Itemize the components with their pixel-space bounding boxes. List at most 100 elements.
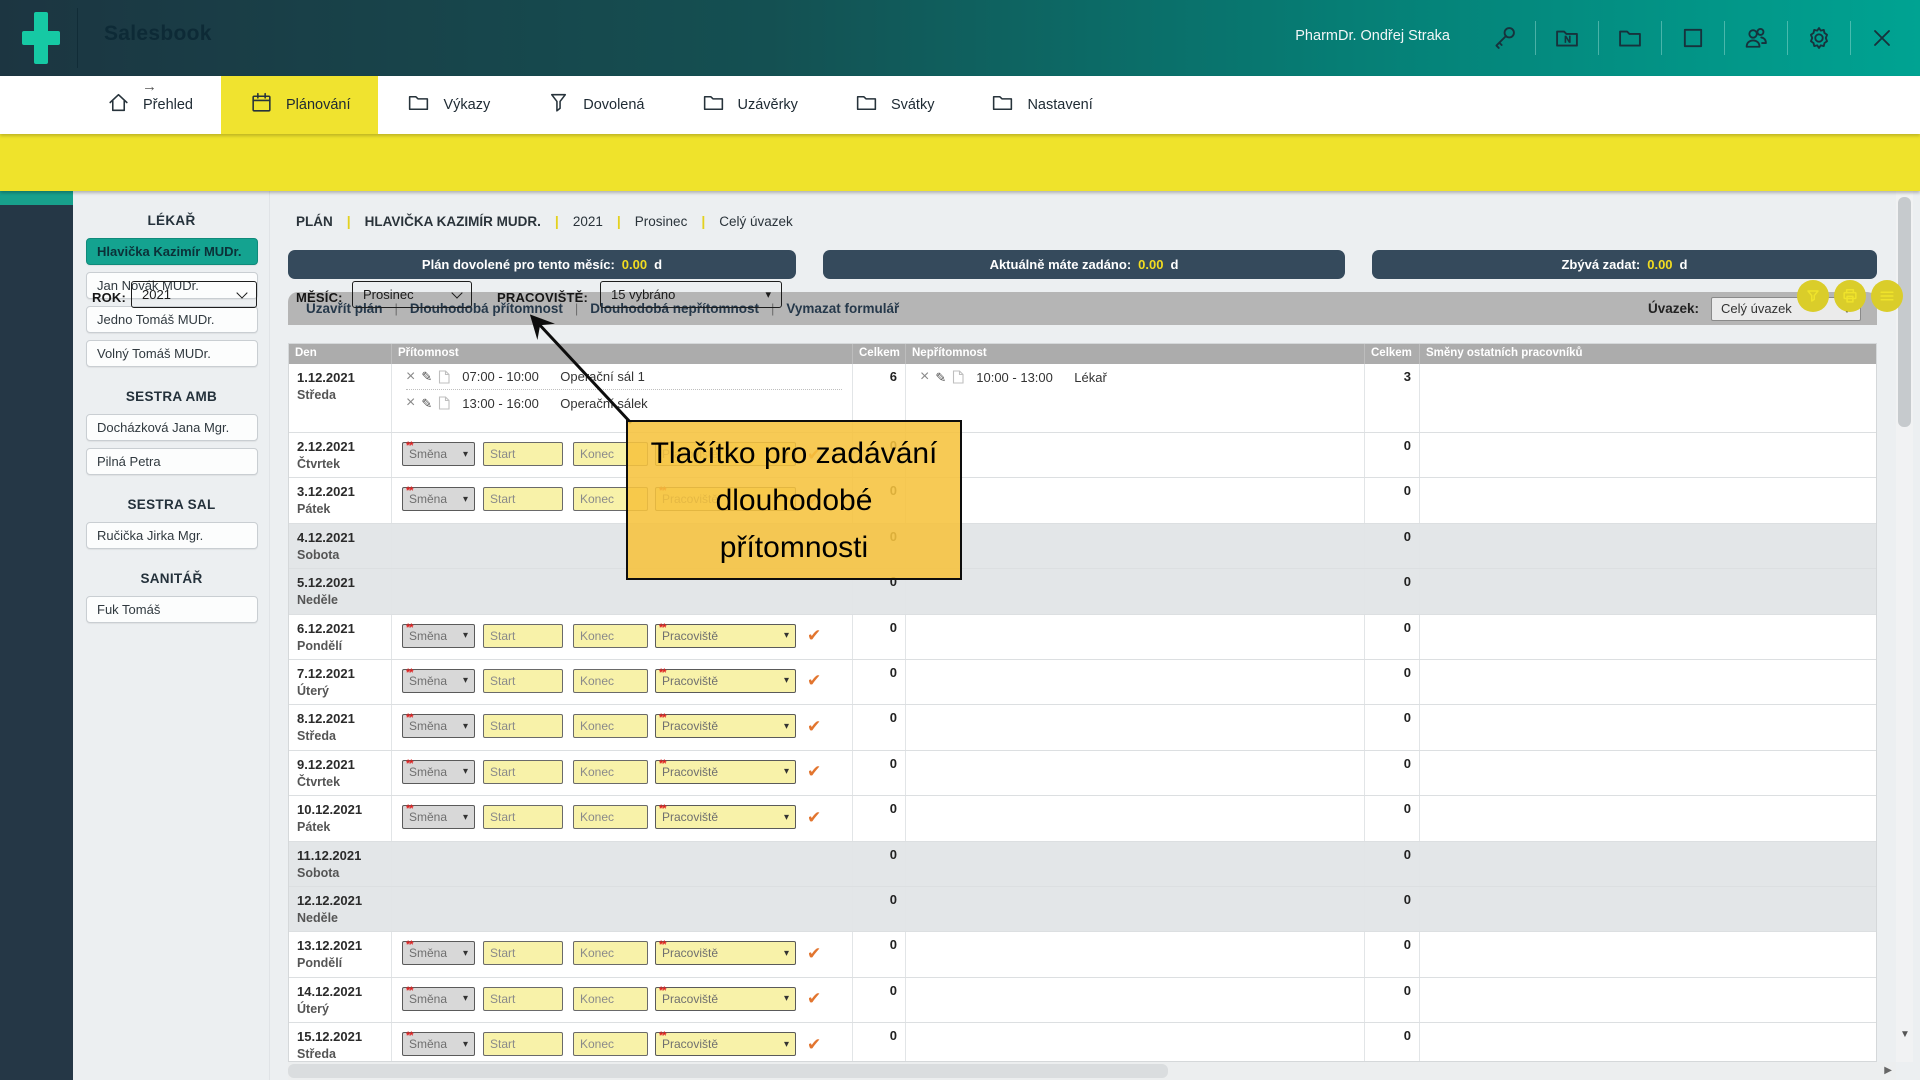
- sidebar-item-hlavic-ka-kazimi-r-mudr-[interactable]: Hlavička Kazimír MUDr.: [86, 238, 258, 265]
- confirm-check-icon[interactable]: ✔: [807, 945, 821, 962]
- pracoviste-select[interactable]: **Pracoviště▾: [655, 714, 796, 738]
- horizontal-scrollbar[interactable]: ▶: [288, 1062, 1896, 1080]
- sidebar-item-fuk-toma-s-[interactable]: Fuk Tomáš: [86, 596, 258, 623]
- required-marker: **: [406, 803, 413, 815]
- pracoviste-select[interactable]: **Pracoviště▾: [655, 760, 796, 784]
- pracoviste-select[interactable]: **Pracoviště▾: [655, 987, 796, 1011]
- menu-icon-button[interactable]: [1871, 280, 1903, 312]
- pracoviste-select[interactable]: **Pracoviště▾: [655, 624, 796, 648]
- folder-new-icon[interactable]: N: [1547, 24, 1587, 52]
- smena-select[interactable]: **Směna▾: [402, 624, 475, 648]
- confirm-check-icon[interactable]: ✔: [807, 763, 821, 780]
- key-icon[interactable]: [1484, 24, 1524, 52]
- smena-select[interactable]: **Směna▾: [402, 1032, 475, 1056]
- end-time-input[interactable]: [573, 714, 648, 738]
- filter-icon-button[interactable]: [1797, 280, 1829, 312]
- vertical-scrollbar[interactable]: ▼: [1896, 191, 1913, 1062]
- end-time-input[interactable]: [573, 760, 648, 784]
- folder-icon: [990, 90, 1015, 120]
- sidebar-item-jedno-toma-s-mudr-[interactable]: Jedno Tomáš MUDr.: [86, 306, 258, 333]
- tab-prehled[interactable]: Přehled: [78, 76, 221, 134]
- start-time-input[interactable]: [483, 1032, 563, 1056]
- edit-pencil-icon[interactable]: ✎: [421, 370, 432, 383]
- toolbar-button-vymazat-formula-r-[interactable]: Vymazat formulář: [786, 301, 899, 316]
- sidebar-item-volny-toma-s-mudr-[interactable]: Volný Tomáš MUDr.: [86, 340, 258, 367]
- start-time-input[interactable]: [483, 805, 563, 829]
- start-time-input[interactable]: [483, 669, 563, 693]
- tab-dovolena[interactable]: Dovolená: [518, 76, 672, 134]
- smena-select[interactable]: **Směna▾: [402, 714, 475, 738]
- entry-time: 13:00 - 16:00: [462, 396, 554, 411]
- tooltip-text: přítomnosti: [720, 524, 868, 571]
- confirm-check-icon[interactable]: ✔: [807, 672, 821, 689]
- tab-nastaveni[interactable]: Nastavení: [962, 76, 1120, 134]
- horizontal-scrollbar-thumb[interactable]: [288, 1064, 1168, 1078]
- settings-gear-icon[interactable]: [1799, 24, 1839, 52]
- end-time-input[interactable]: [573, 1032, 648, 1056]
- pracoviste-select[interactable]: **Pracoviště▾: [655, 941, 796, 965]
- smena-select[interactable]: **Směna▾: [402, 941, 475, 965]
- month-select[interactable]: Prosinec: [352, 281, 472, 308]
- end-time-input[interactable]: [573, 624, 648, 648]
- copy-document-icon[interactable]: [438, 370, 450, 384]
- year-select[interactable]: 2021: [131, 281, 257, 308]
- folder-icon: [854, 90, 879, 120]
- delete-icon[interactable]: ×: [406, 369, 415, 385]
- copy-document-icon[interactable]: [438, 396, 450, 410]
- presence-total: 0: [853, 796, 906, 840]
- confirm-check-icon[interactable]: ✔: [807, 718, 821, 735]
- delete-icon[interactable]: ×: [406, 395, 415, 411]
- tab-svatky[interactable]: Svátky: [826, 76, 963, 134]
- smena-select[interactable]: **Směna▾: [402, 760, 475, 784]
- confirm-check-icon[interactable]: ✔: [807, 1036, 821, 1053]
- smena-select[interactable]: **Směna▾: [402, 487, 475, 511]
- workplace-select[interactable]: 15 vybráno▾: [600, 281, 782, 308]
- edit-pencil-icon[interactable]: ✎: [935, 371, 946, 384]
- sidebar-item-pilna-petra[interactable]: Pilná Petra: [86, 448, 258, 475]
- scroll-right-arrow-icon[interactable]: ▶: [1884, 1065, 1892, 1076]
- tab-vykazy[interactable]: Výkazy: [378, 76, 518, 134]
- confirm-check-icon[interactable]: ✔: [807, 809, 821, 826]
- smena-select[interactable]: **Směna▾: [402, 669, 475, 693]
- table-row-9.12.2021: 9.12.2021 Čtvrtek **Směna▾ **Pracoviště▾…: [289, 751, 1876, 796]
- vertical-scrollbar-thumb[interactable]: [1898, 197, 1911, 427]
- scroll-down-arrow-icon[interactable]: ▼: [1900, 1029, 1910, 1040]
- end-time-input[interactable]: [573, 941, 648, 965]
- close-icon[interactable]: [1862, 24, 1902, 52]
- weekday-label: Sobota: [289, 863, 391, 880]
- current-user-name: PharmDr. Ondřej Straka: [1295, 28, 1450, 44]
- pracoviste-select[interactable]: **Pracoviště▾: [655, 1032, 796, 1056]
- start-time-input[interactable]: [483, 760, 563, 784]
- start-time-input[interactable]: [483, 624, 563, 648]
- copy-document-icon[interactable]: [952, 370, 964, 384]
- end-time-input[interactable]: [573, 669, 648, 693]
- edit-pencil-icon[interactable]: ✎: [421, 397, 432, 410]
- confirm-check-icon[interactable]: ✔: [807, 627, 821, 644]
- smena-select[interactable]: **Směna▾: [402, 442, 475, 466]
- delete-icon[interactable]: ×: [920, 369, 929, 385]
- start-time-input[interactable]: [483, 442, 563, 466]
- pracoviste-select[interactable]: **Pracoviště▾: [655, 669, 796, 693]
- start-time-input[interactable]: [483, 487, 563, 511]
- sidebar-item-docha-zkova-jana-mgr-[interactable]: Docházková Jana Mgr.: [86, 414, 258, 441]
- confirm-check-icon[interactable]: ✔: [807, 990, 821, 1007]
- breadcrumb: PLÁN|HLAVIČKA KAZIMÍR MUDR.|2021|Prosine…: [296, 213, 793, 229]
- users-icon[interactable]: [1736, 24, 1776, 52]
- stop-square-icon[interactable]: [1673, 24, 1713, 52]
- start-time-input[interactable]: [483, 941, 563, 965]
- smena-select[interactable]: **Směna▾: [402, 805, 475, 829]
- end-time-input[interactable]: [573, 987, 648, 1011]
- printer-icon-button[interactable]: [1834, 280, 1866, 312]
- tab-uzaverky[interactable]: Uzávěrky: [673, 76, 826, 134]
- presence-total: 0: [853, 615, 906, 659]
- pracoviste-select[interactable]: **Pracoviště▾: [655, 805, 796, 829]
- smena-select[interactable]: **Směna▾: [402, 987, 475, 1011]
- start-time-input[interactable]: [483, 987, 563, 1011]
- end-time-input[interactable]: [573, 805, 648, 829]
- triangle-down-icon: ▾: [784, 675, 789, 686]
- folder-icon[interactable]: [1610, 24, 1650, 52]
- sidebar-item-ruc-ic-ka-jirka-mgr-[interactable]: Ručička Jirka Mgr.: [86, 522, 258, 549]
- sidebar-strip: [0, 205, 73, 1080]
- start-time-input[interactable]: [483, 714, 563, 738]
- tab-planovani[interactable]: Plánování: [221, 76, 379, 134]
